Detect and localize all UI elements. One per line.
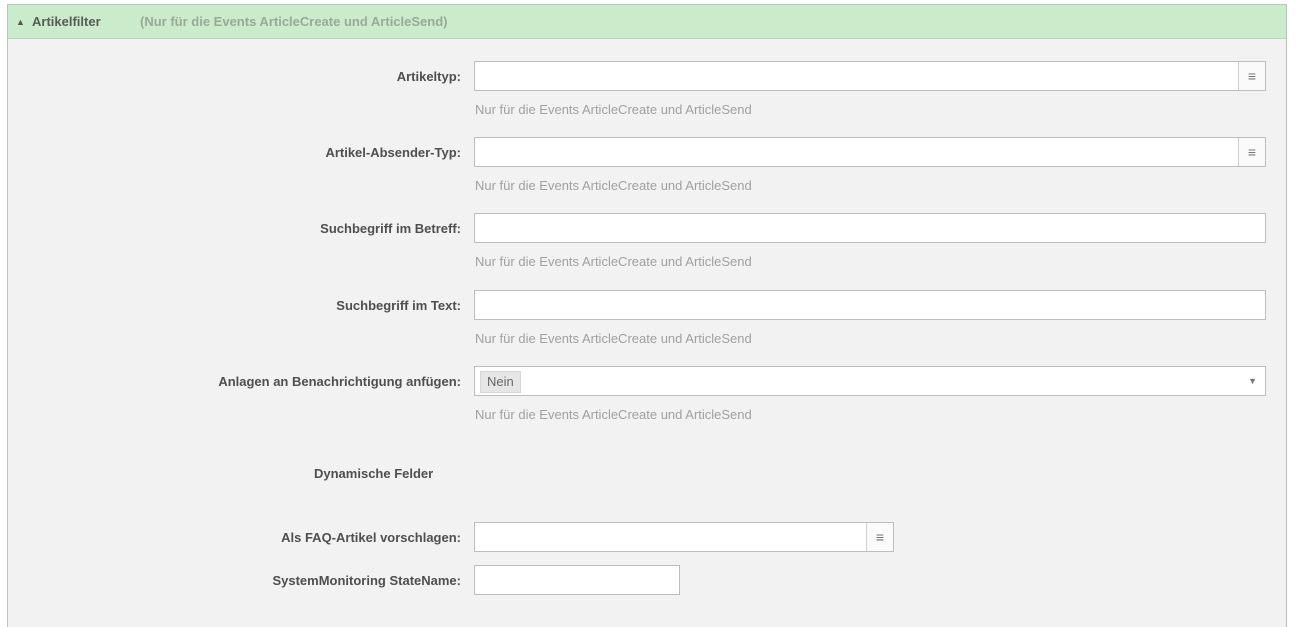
attachments-dropdown[interactable]: Nein ▼ [474,366,1266,396]
article-type-select[interactable]: ≡ [474,61,1266,91]
subject-search-input[interactable] [474,213,1266,243]
system-monitoring-label: SystemMonitoring StateName: [272,573,461,588]
attachments-label: Anlagen an Benachrichtigung anfügen: [218,374,461,389]
article-sender-type-label: Artikel-Absender-Typ: [325,145,461,160]
attachments-hint: Nur für die Events ArticleCreate und Art… [475,407,752,422]
panel-title[interactable]: Artikelfilter [32,5,101,39]
article-type-hint: Nur für die Events ArticleCreate und Art… [475,102,752,117]
list-icon[interactable]: ≡ [1238,62,1265,90]
panel-title-hint: (Nur für die Events ArticleCreate und Ar… [140,14,448,29]
panel-header[interactable]: ▲ Artikelfilter (Nur für die Events Arti… [8,5,1286,39]
dynamic-fields-heading: Dynamische Felder [314,466,434,481]
subject-search-hint: Nur für die Events ArticleCreate und Art… [475,254,752,269]
chevron-down-icon[interactable]: ▼ [1248,367,1257,395]
article-type-label: Artikeltyp: [396,69,461,84]
article-sender-type-select[interactable]: ≡ [474,137,1266,167]
body-search-hint: Nur für die Events ArticleCreate und Art… [475,331,752,346]
article-filter-panel: ▲ Artikelfilter (Nur für die Events Arti… [7,4,1287,627]
collapse-arrow-icon[interactable]: ▲ [16,5,25,39]
body-search-input[interactable] [474,290,1266,320]
body-search-label: Suchbegriff im Text: [336,298,461,313]
system-monitoring-input[interactable] [474,565,680,595]
list-icon[interactable]: ≡ [866,523,893,551]
list-icon[interactable]: ≡ [1238,138,1265,166]
article-sender-type-hint: Nur für die Events ArticleCreate und Art… [475,178,752,193]
faq-suggest-label: Als FAQ-Artikel vorschlagen: [281,530,461,545]
faq-suggest-select[interactable]: ≡ [474,522,894,552]
attachments-selected-value: Nein [480,371,521,393]
subject-search-label: Suchbegriff im Betreff: [320,221,461,236]
